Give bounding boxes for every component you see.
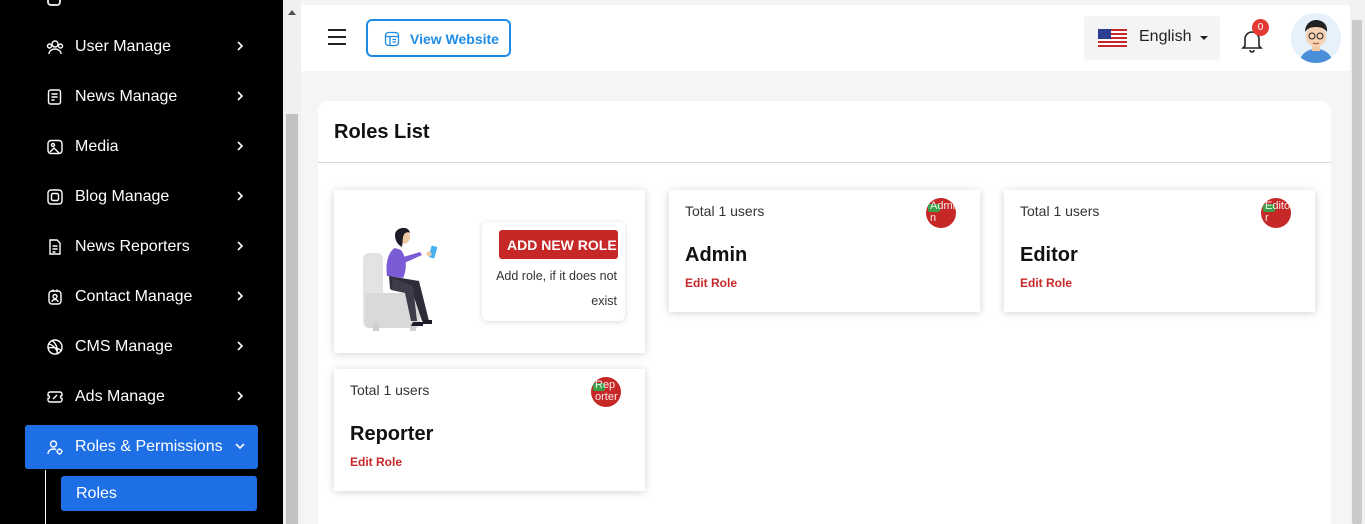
chevron-right-icon [237, 41, 244, 51]
avatar[interactable] [1291, 13, 1341, 63]
media-icon [47, 139, 63, 155]
sidebar-item-label: Roles & Permissions [75, 438, 223, 455]
sidebar-item-label: CMS Manage [75, 338, 173, 355]
sidebar-item-label: Ads Manage [75, 388, 165, 405]
sidebar-item-ads-manage[interactable]: Ads Manage [25, 375, 258, 419]
contact-icon [48, 289, 62, 305]
edit-role-link[interactable]: Edit Role [350, 455, 402, 469]
divider [318, 162, 1331, 163]
add-new-role-label: ADD NEW ROLE [507, 237, 617, 253]
role-image: Admin [926, 198, 956, 228]
reporter-icon [49, 239, 61, 255]
sidebar-item-label: News Reporters [75, 238, 190, 255]
role-users-count: Total 1 users [1020, 203, 1100, 219]
cms-icon [47, 339, 63, 355]
role-image: Reporter [591, 377, 621, 407]
news-icon [47, 89, 62, 105]
sidebar-subitem-label: Roles [76, 485, 117, 502]
sidebar-item-blog-manage[interactable]: Blog Manage [25, 175, 258, 219]
sidebar-subitem-roles[interactable]: Roles [61, 476, 257, 511]
role-users-count: Total 1 users [350, 382, 430, 398]
users-icon [46, 40, 64, 55]
role-image: Editor [1261, 198, 1291, 228]
role-card-admin: Total 1 users Admin Admin Edit Role [669, 190, 980, 312]
sidebar-item-label: News Manage [75, 88, 178, 105]
language-label: English [1139, 28, 1192, 45]
caret-down-icon [1200, 36, 1208, 40]
chevron-right-icon [237, 291, 244, 301]
sidebar-item-label: Contact Manage [75, 288, 193, 305]
submenu-line [45, 470, 46, 524]
chevron-down-icon [235, 443, 245, 450]
role-name: Admin [685, 244, 748, 266]
sidebar-item-cms-manage[interactable]: CMS Manage [25, 325, 258, 369]
role-card-editor: Total 1 users Editor Editor Edit Role [1004, 190, 1315, 312]
add-role-note: Add role, if it does not exist [496, 269, 617, 308]
view-website-label: View Website [410, 31, 499, 47]
us-flag-icon [1098, 29, 1127, 47]
sidebar-item-user-manage[interactable]: User Manage [25, 25, 258, 69]
page-scrollbar-thumb[interactable] [1352, 20, 1362, 524]
add-new-role-button[interactable]: ADD NEW ROLE [499, 230, 618, 259]
chevron-right-icon [237, 191, 244, 201]
avatar-image [1291, 13, 1341, 63]
website-icon [384, 31, 400, 47]
edit-role-link[interactable]: Edit Role [1020, 276, 1072, 290]
chevron-right-icon [237, 391, 244, 401]
notification-badge: 0 [1252, 19, 1269, 36]
page-title: Roles List [334, 121, 430, 143]
blog-icon [47, 189, 63, 205]
role-name: Reporter [350, 423, 434, 445]
chevron-right-icon [237, 241, 244, 251]
sidebar-item-news-reporters[interactable]: News Reporters [25, 225, 258, 269]
menu-toggle-icon[interactable] [328, 29, 346, 45]
sidebar-item-media[interactable]: Media [25, 125, 258, 169]
view-website-button[interactable]: View Website [366, 19, 511, 57]
role-users-count: Total 1 users [685, 203, 765, 219]
dashboard-icon [47, 0, 61, 6]
scroll-up-arrow-icon[interactable] [288, 10, 296, 15]
role-name: Editor [1020, 244, 1078, 266]
chevron-right-icon [237, 341, 244, 351]
role-card-reporter: Total 1 users Reporter Reporter Edit Rol… [334, 369, 645, 491]
edit-role-link[interactable]: Edit Role [685, 276, 737, 290]
chevron-right-icon [237, 141, 244, 151]
ads-icon [47, 391, 63, 403]
person-reading-illustration [363, 227, 438, 331]
sidebar-item-contact-manage[interactable]: Contact Manage [25, 275, 258, 319]
sidebar-item-label: User Manage [75, 38, 172, 55]
language-selector[interactable]: English [1084, 16, 1220, 60]
chevron-right-icon [237, 91, 244, 101]
sidebar: User Manage News Manage Media Blog Manag… [0, 0, 283, 524]
sidebar-item-news-manage[interactable]: News Manage [25, 75, 258, 119]
sidebar-scrollbar-thumb[interactable] [286, 114, 298, 524]
sidebar-item-label: Media [75, 138, 119, 155]
roles-icon [47, 440, 63, 455]
sidebar-item-roles-permissions[interactable]: Roles & Permissions [25, 425, 258, 469]
sidebar-item-label: Blog Manage [75, 188, 170, 205]
